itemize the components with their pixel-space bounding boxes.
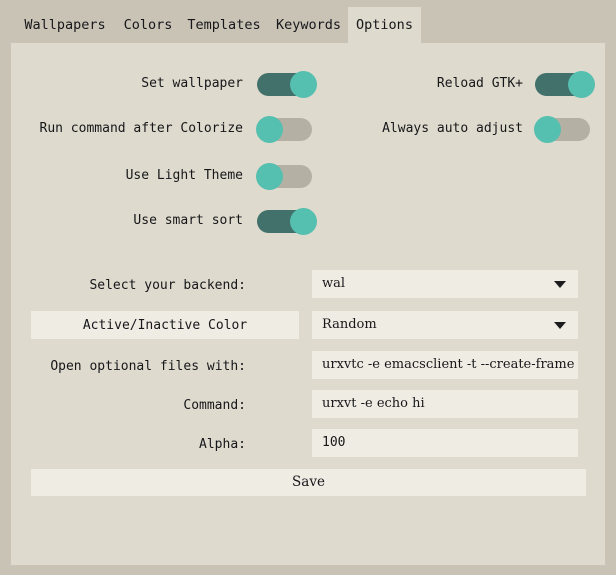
options-window: Wallpapers Colors Templates Keywords Opt… [0, 0, 616, 575]
row-use-light-theme: Use Light Theme [11, 162, 331, 190]
row-reload-gtk: Reload GTK+ [311, 70, 605, 98]
save-button[interactable]: Save [31, 469, 586, 496]
tab-colors[interactable]: Colors [117, 7, 179, 43]
tab-label: Colors [123, 17, 173, 33]
command-input[interactable]: urxvt -e echo hi [312, 390, 578, 418]
toggle-knob [256, 116, 283, 143]
row-always-auto-adjust: Always auto adjust [299, 115, 605, 143]
use-light-theme-label: Use Light Theme [125, 168, 243, 183]
use-smart-sort-toggle[interactable] [257, 208, 317, 235]
row-run-command-after-colorize: Run command after Colorize [11, 115, 331, 143]
chevron-down-icon [554, 281, 566, 288]
toggle-knob [534, 116, 561, 143]
open-with-label: Open optional files with: [50, 359, 246, 374]
active-inactive-color-button[interactable]: Active/Inactive Color [31, 311, 299, 339]
alpha-input[interactable]: 100 [312, 429, 578, 457]
tab-options[interactable]: Options [348, 7, 421, 43]
command-label: Command: [183, 398, 246, 413]
open-with-value: urxvtc -e emacsclient -t --create-frame [322, 357, 575, 372]
set-wallpaper-label: Set wallpaper [141, 76, 243, 91]
alpha-value: 100 [322, 435, 346, 450]
alpha-label: Alpha: [199, 437, 246, 452]
tab-label: Wallpapers [24, 17, 106, 33]
always-auto-adjust-toggle[interactable] [534, 116, 590, 143]
toggle-knob [256, 163, 283, 190]
command-value: urxvt -e echo hi [322, 396, 425, 411]
active-inactive-value: Random [322, 317, 377, 332]
open-with-input[interactable]: urxvtc -e emacsclient -t --create-frame [312, 351, 578, 379]
reload-gtk-label: Reload GTK+ [436, 76, 523, 91]
active-inactive-dropdown[interactable]: Random [312, 311, 578, 339]
row-set-wallpaper: Set wallpaper [11, 70, 331, 98]
reload-gtk-toggle[interactable] [535, 71, 595, 98]
use-smart-sort-label: Use smart sort [133, 213, 243, 228]
set-wallpaper-toggle[interactable] [257, 71, 317, 98]
tab-keywords[interactable]: Keywords [269, 7, 348, 43]
tab-label: Keywords [275, 17, 342, 33]
chevron-down-icon [554, 322, 566, 329]
tab-label: Templates [187, 17, 261, 33]
run-command-after-colorize-label: Run command after Colorize [39, 121, 244, 136]
toggle-knob [568, 71, 595, 98]
always-auto-adjust-label: Always auto adjust [382, 121, 523, 136]
toggle-knob [290, 208, 317, 235]
use-light-theme-toggle[interactable] [256, 163, 312, 190]
tab-wallpapers[interactable]: Wallpapers [18, 7, 112, 43]
tab-templates[interactable]: Templates [181, 7, 267, 43]
tab-label: Options [356, 17, 413, 33]
tab-bar: Wallpapers Colors Templates Keywords Opt… [0, 0, 616, 43]
options-panel: Set wallpaper Reload GTK+ Run command af… [11, 43, 605, 565]
row-use-smart-sort: Use smart sort [11, 207, 331, 235]
backend-dropdown[interactable]: wal [312, 270, 578, 298]
backend-value: wal [322, 276, 346, 291]
backend-label: Select your backend: [89, 278, 246, 293]
